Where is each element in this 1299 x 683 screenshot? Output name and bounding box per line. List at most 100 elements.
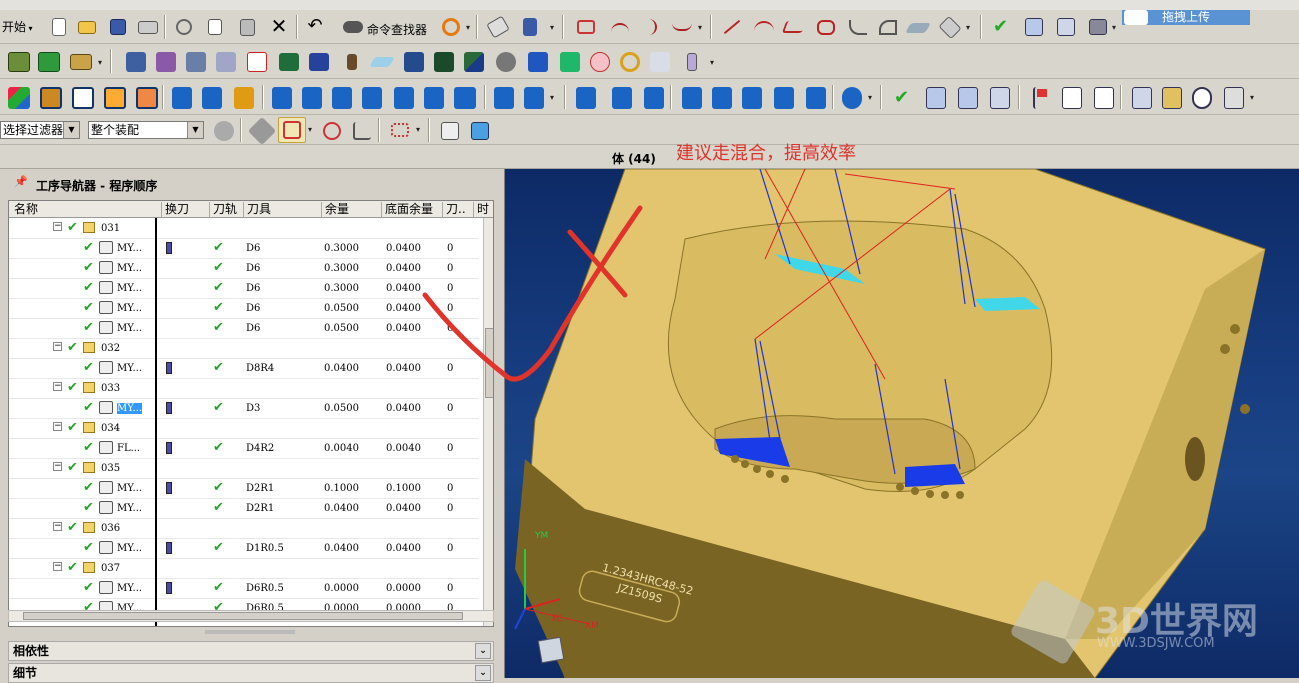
polyline-button[interactable] bbox=[780, 14, 807, 40]
collapse-toggle-icon[interactable]: − bbox=[53, 342, 62, 351]
print-button[interactable] bbox=[134, 14, 160, 40]
wrench-button[interactable] bbox=[247, 116, 277, 146]
project-curve-button[interactable] bbox=[936, 14, 962, 40]
geometry-view-button[interactable] bbox=[1020, 14, 1046, 40]
create-program-button[interactable] bbox=[152, 48, 178, 74]
cam-op-5-button[interactable] bbox=[132, 84, 160, 110]
offset-curve-button[interactable] bbox=[904, 14, 931, 40]
cam-op-9-button[interactable] bbox=[268, 84, 294, 110]
geometry-tree-button[interactable] bbox=[954, 84, 980, 110]
chevron-down-icon[interactable]: ⌄ bbox=[475, 665, 491, 681]
cancel-red-button[interactable] bbox=[243, 48, 269, 74]
cam-op-3-button[interactable] bbox=[68, 84, 96, 110]
col-header-tool[interactable]: 刀具 bbox=[244, 202, 322, 218]
open-file-button[interactable] bbox=[73, 14, 99, 40]
program-group-row[interactable]: − ✔ 034 bbox=[9, 419, 479, 439]
chevron-down-icon[interactable]: ⌄ bbox=[475, 643, 491, 659]
undo-button[interactable]: ↶ bbox=[302, 14, 328, 40]
measure-button[interactable] bbox=[572, 14, 598, 40]
cam-op-21-button[interactable] bbox=[738, 84, 764, 110]
dropdown-arrow-icon[interactable]: ▾ bbox=[466, 23, 470, 32]
upload-widget[interactable]: 拖拽上传 bbox=[1122, 10, 1250, 25]
cube-green-button[interactable] bbox=[556, 48, 582, 74]
bottle-button[interactable] bbox=[678, 48, 704, 74]
point-on-curve-button[interactable] bbox=[348, 117, 374, 143]
cam-op-17-button[interactable] bbox=[608, 84, 634, 110]
new-file-button[interactable] bbox=[45, 14, 71, 40]
postprocess-button[interactable] bbox=[1158, 84, 1184, 110]
box-button[interactable] bbox=[400, 48, 426, 74]
flag-button[interactable] bbox=[1026, 84, 1052, 110]
target-button[interactable] bbox=[616, 48, 642, 74]
curve-tool-3-button[interactable] bbox=[668, 14, 694, 40]
details-panel[interactable]: 细节 ⌄ bbox=[8, 663, 494, 683]
program-group-row[interactable]: − ✔ 037 bbox=[9, 559, 479, 579]
cam-op-12-button[interactable] bbox=[358, 84, 384, 110]
pig-face-button[interactable] bbox=[586, 48, 612, 74]
cylinder-button[interactable] bbox=[338, 48, 364, 74]
operation-row[interactable]: ✔ MY... D3 0.0500 0.0400 0 ✔ bbox=[9, 399, 479, 419]
dependencies-panel[interactable]: 相依性 ⌄ bbox=[8, 641, 494, 661]
fit-button[interactable] bbox=[646, 48, 672, 74]
operation-row[interactable]: ✔ MY... D8R4 0.0400 0.0400 0 ✔ bbox=[9, 359, 479, 379]
delete-button[interactable]: ✕ bbox=[266, 14, 292, 40]
view-cube-icon[interactable] bbox=[537, 636, 565, 664]
dropdown-arrow-icon[interactable]: ▾ bbox=[550, 23, 554, 32]
tool-list-button[interactable] bbox=[1128, 84, 1154, 110]
scrollbar-thumb[interactable] bbox=[23, 612, 463, 620]
dropdown-arrow-icon[interactable]: ▾ bbox=[1112, 23, 1116, 32]
col-header-stock[interactable]: 余量 bbox=[322, 202, 382, 218]
collapse-toggle-icon[interactable]: − bbox=[53, 462, 62, 471]
cut-button[interactable] bbox=[170, 14, 196, 40]
col-header-toolchange[interactable]: 换刀 bbox=[162, 202, 210, 218]
program-group-row[interactable]: − ✔ 032 bbox=[9, 339, 479, 359]
cube-blue-button[interactable] bbox=[524, 48, 550, 74]
create-geometry-button[interactable] bbox=[212, 48, 238, 74]
shop-doc-button[interactable] bbox=[1220, 84, 1246, 110]
plane-button[interactable] bbox=[368, 48, 395, 74]
assembly-filter-button[interactable] bbox=[210, 117, 236, 143]
curve-tool-2-button[interactable] bbox=[638, 14, 664, 40]
pin-icon[interactable]: 📌 bbox=[14, 175, 28, 188]
paste-button[interactable] bbox=[234, 14, 260, 40]
col-header-path[interactable]: 刀轨 bbox=[210, 202, 244, 218]
generate-path-button[interactable]: ✔ bbox=[890, 84, 916, 110]
operation-row[interactable]: ✔ MY... D6 0.3000 0.0400 0 ✔ bbox=[9, 259, 479, 279]
operation-row[interactable]: ✔ FL... D4R2 0.0040 0.0040 0 ✔ bbox=[9, 439, 479, 459]
method-view-button[interactable] bbox=[986, 84, 1012, 110]
dropdown-arrow-icon[interactable]: ▾ bbox=[966, 23, 970, 32]
horizontal-scrollbar[interactable] bbox=[8, 610, 494, 622]
cam-op-8-button[interactable] bbox=[230, 84, 256, 110]
curve-tool-1-button[interactable] bbox=[606, 14, 632, 40]
cam-op-13-button[interactable] bbox=[390, 84, 416, 110]
operation-row[interactable]: ✔ MY... D2R1 0.0400 0.0400 0 ✔ bbox=[9, 499, 479, 519]
doc-view-button[interactable] bbox=[1058, 84, 1084, 110]
block-blue-button[interactable] bbox=[305, 48, 331, 74]
cam-op-4-button[interactable] bbox=[100, 84, 128, 110]
edit-object-button[interactable] bbox=[484, 14, 510, 40]
cam-op-16-button[interactable] bbox=[490, 84, 516, 110]
operation-row[interactable]: ✔ MY... D6 0.0500 0.0400 0 ✔ bbox=[9, 319, 479, 339]
cam-op-2-button[interactable] bbox=[36, 84, 64, 110]
operation-row[interactable]: ✔ MY... D1R0.5 0.0400 0.0400 0 ✔ bbox=[9, 539, 479, 559]
line-button[interactable] bbox=[718, 14, 744, 40]
cam-setup-button[interactable] bbox=[122, 48, 148, 74]
save-button[interactable] bbox=[104, 14, 130, 40]
dropdown-arrow-icon[interactable]: ▾ bbox=[550, 93, 554, 102]
cam-op-14-button[interactable] bbox=[420, 84, 446, 110]
dropdown-arrow-icon[interactable]: ▾ bbox=[698, 23, 702, 32]
time-button[interactable] bbox=[1188, 84, 1214, 110]
dropdown-arrow-icon[interactable]: ▾ bbox=[416, 125, 420, 134]
panel-splitter[interactable] bbox=[205, 630, 295, 634]
block-green-button[interactable] bbox=[275, 48, 301, 74]
cam-op-7-button[interactable] bbox=[198, 84, 224, 110]
program-group-row[interactable]: − ✔ 035 bbox=[9, 459, 479, 479]
cam-op-18-button[interactable] bbox=[640, 84, 666, 110]
col-header-name[interactable]: 名称 bbox=[11, 202, 162, 218]
cam-op-11-button[interactable] bbox=[328, 84, 354, 110]
program-order-view-button[interactable] bbox=[922, 84, 948, 110]
cam-op-19-button[interactable] bbox=[678, 84, 704, 110]
collapse-toggle-icon[interactable]: − bbox=[53, 382, 62, 391]
cam-op-22-button[interactable] bbox=[770, 84, 796, 110]
program-group-row[interactable]: − ✔ 033 bbox=[9, 379, 479, 399]
